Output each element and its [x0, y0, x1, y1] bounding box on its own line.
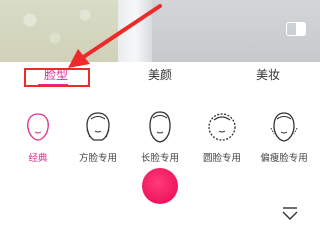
face-option-label: 方脸专用	[78, 153, 117, 164]
compare-toggle-icon[interactable]	[286, 22, 306, 36]
preview-window	[118, 0, 152, 62]
face-option-label: 经典	[28, 153, 48, 164]
thin-face-icon	[270, 112, 298, 142]
category-tabs: 脸型 美颜 美妆	[0, 62, 320, 92]
tab-face-shape-label: 脸型	[43, 68, 68, 82]
camera-preview	[0, 0, 320, 62]
face-option-label: 长脸专用	[140, 153, 179, 164]
shutter-button[interactable]	[142, 168, 178, 204]
round-face-icon	[208, 113, 236, 141]
preview-wall	[0, 0, 120, 62]
tab-beauty[interactable]: 美颜	[138, 62, 182, 92]
face-option-square[interactable]: 方脸专用	[68, 110, 128, 170]
face-shape-options: 经典 方脸专用 长脸专用 圆脸专用 偏瘦脸专用	[0, 110, 320, 170]
active-tab-underline	[38, 84, 68, 86]
face-option-thin[interactable]: 偏瘦脸专用	[254, 110, 314, 170]
face-option-long[interactable]: 长脸专用	[130, 110, 190, 170]
face-option-label: 圆脸专用	[202, 153, 241, 164]
face-option-classic[interactable]: 经典	[8, 110, 68, 170]
long-face-icon	[149, 111, 171, 143]
chevron-down-icon[interactable]	[281, 207, 299, 221]
square-face-icon	[86, 112, 110, 141]
face-option-round[interactable]: 圆脸专用	[192, 110, 252, 170]
tab-makeup[interactable]: 美妆	[246, 62, 290, 92]
tab-makeup-label: 美妆	[255, 68, 280, 82]
tab-face-shape[interactable]: 脸型	[22, 62, 90, 92]
classic-face-icon	[27, 113, 49, 141]
face-option-label: 偏瘦脸专用	[260, 153, 308, 164]
tab-beauty-label: 美颜	[147, 68, 172, 82]
